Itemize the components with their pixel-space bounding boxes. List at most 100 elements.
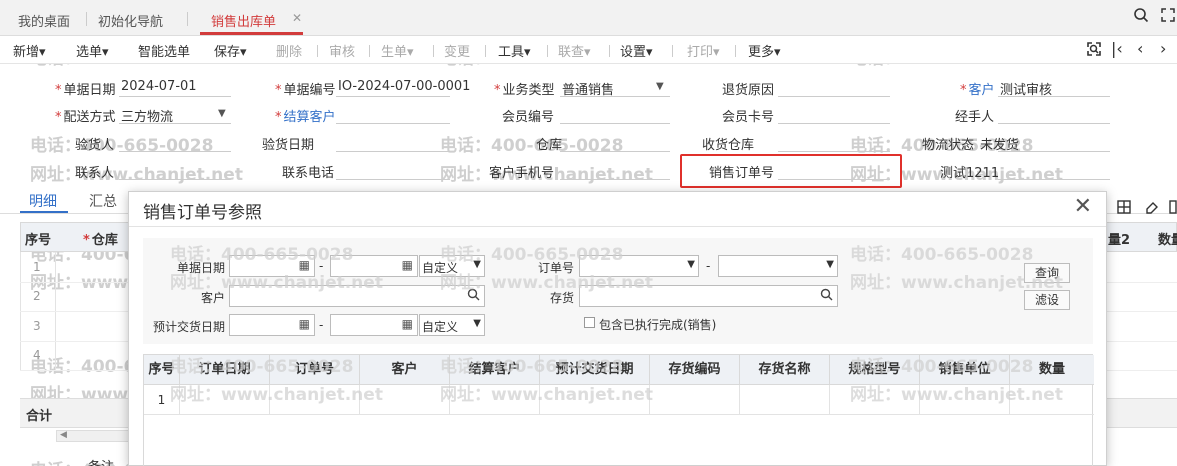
ship-mode-label: 配送方式 bbox=[55, 106, 116, 125]
return-reason-field-line bbox=[778, 96, 890, 97]
warehouse-label: 仓库 bbox=[536, 138, 563, 153]
biz-type-label: 业务类型 bbox=[494, 79, 555, 98]
search-icon[interactable] bbox=[1133, 7, 1149, 27]
grid-row-no: 4 bbox=[33, 348, 41, 362]
change-button[interactable]: 变更 bbox=[444, 41, 470, 60]
first-page-icon[interactable]: |‹ bbox=[1111, 39, 1123, 58]
order-no-to-select[interactable]: ▼ bbox=[718, 255, 838, 277]
inspect-date-field-line bbox=[336, 151, 450, 152]
result-cell[interactable] bbox=[650, 385, 740, 415]
grid-layout-icon[interactable] bbox=[1116, 199, 1132, 219]
date-preset-select[interactable]: 自定义 ▼ bbox=[419, 255, 485, 277]
order-result-grid: 序号 订单日期 订单号 客户 结算客户 预计交货日期 存货编码 存货名称 规格型… bbox=[143, 354, 1094, 466]
result-cell[interactable] bbox=[1010, 385, 1094, 415]
eraser-icon[interactable] bbox=[1144, 199, 1160, 219]
result-cell[interactable] bbox=[180, 385, 270, 415]
scroll-left-icon[interactable]: ◀ bbox=[60, 430, 67, 440]
magnifier-icon[interactable] bbox=[467, 288, 480, 304]
customer-label[interactable]: 客户 bbox=[960, 79, 995, 98]
generate-button[interactable]: 生单▾ bbox=[381, 41, 414, 60]
result-cell[interactable] bbox=[920, 385, 1010, 415]
bill-no-value[interactable]: IO-2024-07-00-0001 bbox=[338, 79, 470, 94]
prev-icon[interactable]: ‹ bbox=[1137, 39, 1143, 58]
date-value[interactable]: 2024-07-01 bbox=[121, 79, 197, 94]
watermark: 电话：400-665-0028 bbox=[30, 136, 214, 156]
new-button[interactable]: 新增▾ bbox=[13, 41, 46, 60]
result-cell[interactable] bbox=[740, 385, 830, 415]
query-button[interactable]: 查询 bbox=[1024, 263, 1070, 283]
calendar-icon[interactable]: ▦ bbox=[299, 317, 310, 331]
recv-warehouse-field-line bbox=[778, 151, 890, 152]
include-done-label[interactable]: 包含已执行完成(销售) bbox=[599, 316, 716, 333]
scan-icon[interactable] bbox=[1085, 40, 1103, 62]
filter-settings-button[interactable]: 滤设 bbox=[1024, 290, 1070, 310]
col-header-spec: 规格型号 bbox=[830, 355, 920, 385]
include-done-checkbox[interactable] bbox=[584, 317, 595, 328]
tab-init-nav[interactable]: 初始化导航 bbox=[98, 11, 163, 30]
fullscreen-icon[interactable] bbox=[1160, 7, 1176, 27]
audit-button[interactable]: 审核 bbox=[329, 41, 355, 60]
col-header-qty: 数量 bbox=[1010, 355, 1094, 385]
result-cell[interactable] bbox=[450, 385, 540, 415]
tab-bar: 我的桌面 初始化导航 销售出库单 ✕ bbox=[0, 0, 1177, 36]
close-icon[interactable]: ✕ bbox=[1074, 194, 1092, 219]
delivery-from-input[interactable]: ▦ bbox=[229, 314, 315, 336]
stock-search-input[interactable] bbox=[579, 285, 838, 307]
warehouse-field-line bbox=[560, 151, 670, 152]
print-button[interactable]: 打印▾ bbox=[687, 41, 720, 60]
more-button[interactable]: 更多▾ bbox=[748, 41, 781, 60]
tools-button[interactable]: 工具▾ bbox=[498, 41, 531, 60]
tab-summary[interactable]: 汇总 bbox=[89, 191, 117, 211]
handler-field-line bbox=[998, 123, 1110, 124]
result-row-no[interactable]: 1 bbox=[144, 385, 180, 415]
settings-button[interactable]: 设置▾ bbox=[620, 41, 653, 60]
watermark: 电话：400-665-0028 bbox=[440, 136, 624, 156]
filter-order-no-label: 订单号 bbox=[538, 261, 575, 275]
grid-total-label: 合计 bbox=[26, 409, 53, 424]
horizontal-scrollbar[interactable] bbox=[56, 430, 130, 442]
result-cell[interactable] bbox=[360, 385, 450, 415]
calendar-icon[interactable]: ▦ bbox=[402, 317, 413, 331]
chevron-down-icon[interactable]: ▼ bbox=[656, 81, 664, 92]
result-cell[interactable] bbox=[540, 385, 650, 415]
next-icon[interactable]: › bbox=[1160, 39, 1166, 58]
smart-select-button[interactable]: 智能选单 bbox=[138, 41, 190, 60]
col-header-order-no: 订单号 bbox=[270, 355, 360, 385]
more-tools-icon[interactable] bbox=[1169, 199, 1177, 219]
date-from-input[interactable]: ▦ bbox=[229, 255, 315, 277]
tab-detail[interactable]: 明细 bbox=[29, 191, 57, 211]
dialog-divider bbox=[129, 226, 1106, 227]
col-header-no: 序号 bbox=[144, 355, 180, 385]
member-no-label: 会员编号 bbox=[502, 110, 555, 125]
magnifier-icon[interactable] bbox=[820, 288, 833, 304]
delivery-to-input[interactable]: ▦ bbox=[330, 314, 418, 336]
customer-search-input[interactable] bbox=[229, 285, 485, 307]
grid-col-qty2: 量2 bbox=[1108, 233, 1131, 248]
toolbar-divider bbox=[485, 45, 486, 57]
result-cell[interactable] bbox=[830, 385, 920, 415]
settle-customer-label[interactable]: 结算客户 bbox=[275, 106, 336, 125]
filter-delivery-label: 预计交货日期 bbox=[153, 320, 226, 334]
tab-sales-outbound[interactable]: 销售出库单 bbox=[211, 11, 276, 30]
col-header-delivery-date: 预计交货日期 bbox=[540, 355, 650, 385]
tab-desktop[interactable]: 我的桌面 bbox=[18, 11, 70, 30]
result-cell[interactable] bbox=[270, 385, 360, 415]
toolbar-divider bbox=[735, 45, 736, 57]
select-order-button[interactable]: 选单▾ bbox=[76, 41, 109, 60]
close-tab-icon[interactable]: ✕ bbox=[292, 11, 302, 25]
save-button[interactable]: 保存▾ bbox=[214, 41, 247, 60]
inspector-field-line bbox=[119, 151, 231, 152]
col-header-customer: 客户 bbox=[360, 355, 450, 385]
order-no-from-select[interactable]: ▼ bbox=[579, 255, 699, 277]
delivery-preset-select[interactable]: 自定义 ▼ bbox=[419, 314, 485, 336]
calendar-icon[interactable]: ▦ bbox=[402, 258, 413, 272]
chevron-down-icon: ▼ bbox=[473, 259, 481, 270]
calendar-icon[interactable]: ▦ bbox=[299, 258, 310, 272]
filter-date-label: 单据日期 bbox=[177, 261, 226, 275]
customer-field-line bbox=[998, 96, 1110, 97]
col-header-settle-customer: 结算客户 bbox=[450, 355, 540, 385]
date-to-input[interactable]: ▦ bbox=[330, 255, 418, 277]
delete-button[interactable]: 删除 bbox=[276, 41, 302, 60]
chevron-down-icon[interactable]: ▼ bbox=[218, 108, 226, 119]
linked-query-button[interactable]: 联查▾ bbox=[558, 41, 591, 60]
